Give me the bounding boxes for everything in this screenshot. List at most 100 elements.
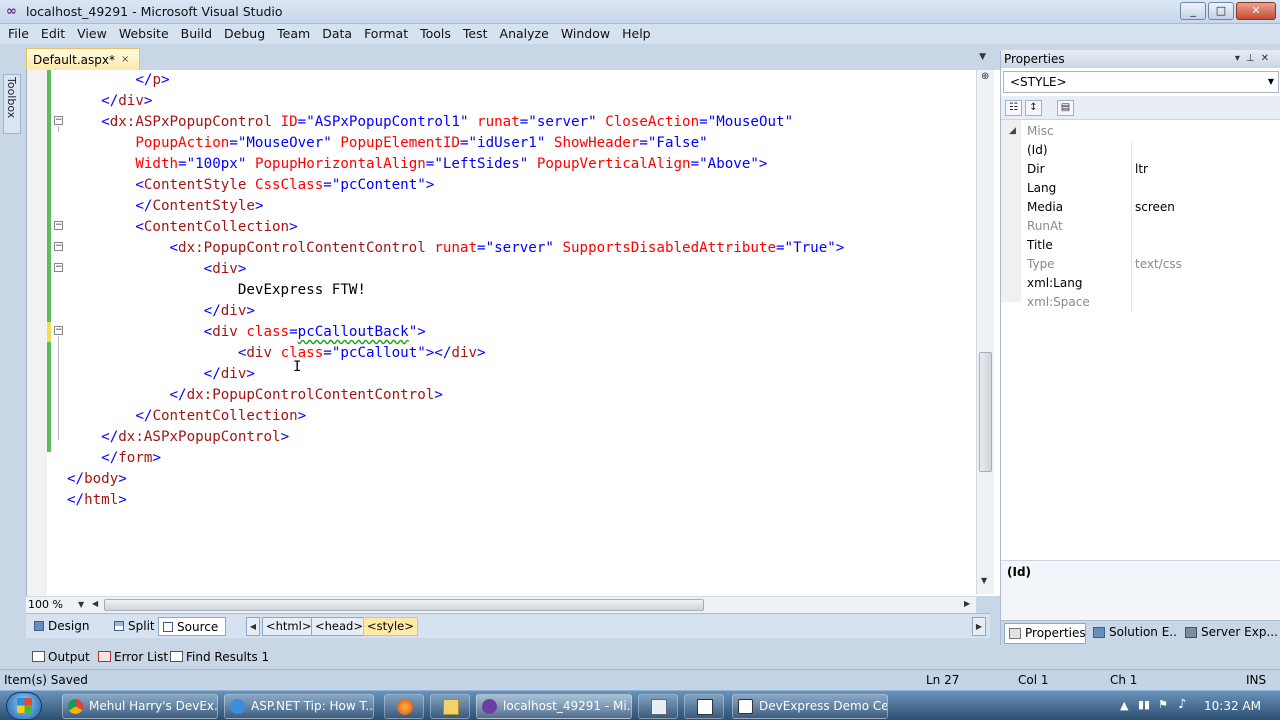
taskbar-explorer[interactable] [430, 694, 470, 719]
tab-find-results[interactable]: Find Results 1 [168, 648, 269, 666]
menu-file[interactable]: File [2, 24, 35, 44]
property-value[interactable]: text/css [1135, 255, 1182, 274]
menu-data[interactable]: Data [316, 24, 358, 44]
vertical-scroll-thumb[interactable] [979, 352, 992, 472]
property-divider [1131, 217, 1132, 236]
vertical-scrollbar[interactable]: ⊕ ▼ [976, 70, 994, 594]
taskbar-firefox[interactable] [384, 694, 424, 719]
design-view-button[interactable]: Design [30, 617, 95, 636]
property-row[interactable]: Dir ltr [1001, 160, 1280, 179]
tab-properties[interactable]: Properties [1004, 623, 1086, 644]
menu-format[interactable]: Format [358, 24, 414, 44]
volume-icon[interactable]: ♪ [1178, 697, 1186, 712]
breadcrumb-forward-icon[interactable]: ▶ [972, 617, 986, 636]
menu-edit[interactable]: Edit [35, 24, 71, 44]
property-row[interactable]: (Id) [1001, 141, 1280, 160]
split-view-button[interactable]: Split [110, 617, 161, 636]
menu-bar: File Edit View Website Build Debug Team … [0, 24, 1280, 44]
code-line: Width="100px" PopupHorizontalAlign="Left… [67, 154, 977, 175]
property-value[interactable]: ltr [1135, 160, 1148, 179]
split-handle-icon[interactable]: ⊕ [981, 72, 991, 86]
breadcrumb-html[interactable]: <html> [262, 617, 316, 636]
property-row[interactable]: xml:Lang [1001, 274, 1280, 293]
taskbar-visual-studio[interactable]: localhost_49291 - Mi... [476, 694, 632, 719]
tab-output[interactable]: Output [30, 648, 90, 666]
breadcrumb-style[interactable]: <style> [363, 617, 418, 636]
categorized-icon[interactable]: ☷ [1005, 100, 1022, 116]
taskbar-ie[interactable]: ASP.NET Tip: How T... [224, 694, 374, 719]
menu-analyze[interactable]: Analyze [494, 24, 555, 44]
minimize-button[interactable]: _ [1180, 2, 1206, 20]
fold-toggle-icon[interactable]: − [54, 221, 63, 230]
taskbar-app[interactable] [638, 694, 678, 719]
property-row[interactable]: Type text/css [1001, 255, 1280, 274]
show-hidden-icons-icon[interactable]: ▲ [1120, 699, 1128, 712]
clock[interactable]: 10:32 AM [1204, 699, 1261, 713]
code-token: </ [135, 198, 153, 214]
property-name: Type [1027, 257, 1055, 271]
category-row[interactable]: ◢ Misc [1001, 122, 1280, 141]
property-pages-icon[interactable]: ▤ [1057, 100, 1074, 116]
tab-default-aspx[interactable]: Default.aspx* × [26, 48, 141, 70]
menu-debug[interactable]: Debug [218, 24, 271, 44]
code-editor[interactable]: − − − − − </p> </div> <dx:ASPxPopupContr… [26, 70, 1000, 596]
alphabetical-icon[interactable]: ↕ [1025, 100, 1042, 116]
tab-list-dropdown-icon[interactable]: ▼ [979, 52, 986, 62]
scroll-down-icon[interactable]: ▼ [981, 576, 987, 585]
menu-tools[interactable]: Tools [414, 24, 457, 44]
code-token: </ [101, 93, 119, 109]
panel-controls-icon[interactable]: ▾⊥✕ [1235, 50, 1275, 68]
tab-solution-explorer[interactable]: Solution E... [1089, 623, 1177, 644]
taskbar-app-2[interactable] [684, 694, 724, 719]
code-token: ="Above"> [690, 156, 768, 172]
zoom-select[interactable]: 100 % ▼ [28, 598, 88, 612]
menu-build[interactable]: Build [175, 24, 218, 44]
breadcrumb-back-icon[interactable]: ◀ [246, 617, 260, 636]
property-row[interactable]: Lang [1001, 179, 1280, 198]
maximize-button[interactable]: □ [1208, 2, 1234, 20]
code-token: </ [67, 492, 85, 508]
horizontal-scroll-thumb[interactable] [104, 599, 704, 611]
menu-team[interactable]: Team [271, 24, 316, 44]
property-value[interactable]: screen [1135, 198, 1175, 217]
taskbar-devexpress-demo[interactable]: DevExpress Demo Ce... [732, 694, 888, 719]
source-view-button[interactable]: Source [158, 617, 226, 636]
menu-website[interactable]: Website [113, 24, 175, 44]
taskbar-chrome[interactable]: Mehul Harry's DevEx... [62, 694, 218, 719]
description-title: (Id) [1007, 565, 1032, 579]
horizontal-scrollbar[interactable]: 100 % ▼ ◀ ▶ [26, 596, 976, 613]
close-button[interactable]: ✕ [1236, 2, 1276, 20]
fold-toggle-icon[interactable]: − [54, 326, 63, 335]
scroll-left-icon[interactable]: ◀ [92, 599, 98, 608]
tab-close-icon[interactable]: × [121, 50, 129, 70]
menu-window[interactable]: Window [555, 24, 616, 44]
scroll-right-icon[interactable]: ▶ [964, 599, 970, 608]
tab-error-list[interactable]: Error List [96, 648, 168, 666]
object-selector[interactable]: <STYLE> ▼ [1003, 71, 1279, 93]
window-controls: _ □ ✕ [1180, 2, 1276, 20]
property-row[interactable]: Title [1001, 236, 1280, 255]
menu-view[interactable]: View [71, 24, 113, 44]
property-row[interactable]: xml:Space [1001, 293, 1280, 312]
network-icon[interactable]: ▮▮ [1138, 698, 1150, 711]
property-row[interactable]: Media screen [1001, 198, 1280, 217]
tab-properties-label: Properties [1025, 626, 1086, 640]
start-button[interactable] [6, 692, 42, 720]
toolbox-tab[interactable]: Toolbox [3, 74, 21, 134]
code-token: > [118, 471, 127, 487]
code-token: html [84, 492, 119, 508]
collapse-triangle-icon[interactable]: ◢ [1009, 122, 1016, 141]
zoom-value: 100 % [28, 598, 63, 611]
tab-server-explorer[interactable]: Server Exp... [1181, 623, 1277, 644]
fold-toggle-icon[interactable]: − [54, 242, 63, 251]
menu-help[interactable]: Help [616, 24, 657, 44]
code-token: ="idUser1" [459, 135, 546, 151]
property-row[interactable]: RunAt [1001, 217, 1280, 236]
fold-toggle-icon[interactable]: − [54, 116, 63, 125]
menu-test[interactable]: Test [457, 24, 494, 44]
breadcrumb-head[interactable]: <head> [311, 617, 367, 636]
flag-icon[interactable]: ⚑ [1158, 698, 1168, 711]
code-token: ="True"> [776, 240, 845, 256]
property-name: RunAt [1027, 219, 1063, 233]
fold-toggle-icon[interactable]: − [54, 263, 63, 272]
